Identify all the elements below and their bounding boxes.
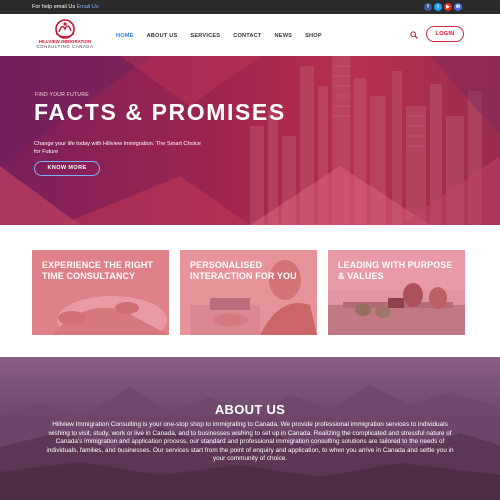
facebook-icon[interactable]: f: [424, 3, 432, 11]
feature-caption-1: EXPERIENCE THE RIGHT TIME CONSULTANCY: [42, 260, 154, 281]
features-section: EXPERIENCE THE RIGHT TIME CONSULTANCY PE…: [0, 225, 500, 357]
logo-text: HILLVIEW IMMIGRATION CONSULTING CANADA: [32, 39, 98, 49]
twitter-icon[interactable]: t: [434, 3, 442, 11]
nav-services[interactable]: SERVICES: [190, 33, 220, 39]
hero-description: Change your life today with Hillview Imm…: [34, 141, 201, 155]
site-logo[interactable]: HILLVIEW IMMIGRATION CONSULTING CANADA: [32, 18, 98, 52]
nav-news[interactable]: NEWS: [275, 33, 293, 39]
hero-title: FACTS & PROMISES: [34, 99, 286, 125]
feature-card-1[interactable]: EXPERIENCE THE RIGHT TIME CONSULTANCY: [32, 250, 169, 335]
site-header: HILLVIEW IMMIGRATION CONSULTING CANADA H…: [0, 14, 500, 56]
search-icon[interactable]: [410, 31, 418, 39]
about-section: ABOUT US Hillview Immigration Consulting…: [0, 357, 500, 500]
about-heading: ABOUT US: [214, 402, 286, 417]
youtube-icon[interactable]: ▶: [444, 3, 452, 11]
nav-home[interactable]: HOME: [116, 33, 134, 39]
nav-shop[interactable]: SHOP: [305, 33, 322, 39]
main-nav: HOME ABOUT US SERVICES CONTACT NEWS SHOP: [116, 33, 335, 39]
nav-about-us[interactable]: ABOUT US: [147, 33, 178, 39]
hero-banner: FIND YOUR FUTURE FACTS & PROMISES Change…: [0, 56, 500, 225]
feature-caption-3: LEADING WITH PURPOSE & VALUES: [338, 260, 453, 281]
top-bar: For help email Us Email Us f t ▶ ✉: [0, 0, 500, 14]
feature-card-2[interactable]: PERSONALISED INTERACTION FOR YOU: [180, 250, 317, 335]
hero-kicker: FIND YOUR FUTURE: [35, 92, 89, 98]
nav-contact[interactable]: CONTACT: [233, 33, 261, 39]
login-button[interactable]: LOGIN: [426, 26, 464, 42]
know-more-button[interactable]: KNOW MORE: [34, 161, 100, 176]
feature-caption-2: PERSONALISED INTERACTION FOR YOU: [190, 260, 297, 281]
page: For help email Us Email Us f t ▶ ✉ HILLV…: [0, 0, 500, 500]
feature-card-3[interactable]: LEADING WITH PURPOSE & VALUES: [328, 250, 465, 335]
email-us-link[interactable]: Email Us: [77, 4, 99, 10]
social-links: f t ▶ ✉: [424, 3, 462, 11]
mail-icon[interactable]: ✉: [454, 3, 462, 11]
logo-line-2: CONSULTING CANADA: [36, 43, 94, 49]
about-body: Hillview Immigration Consulting is your …: [46, 421, 454, 463]
help-text: For help email Us Email Us: [32, 4, 99, 10]
